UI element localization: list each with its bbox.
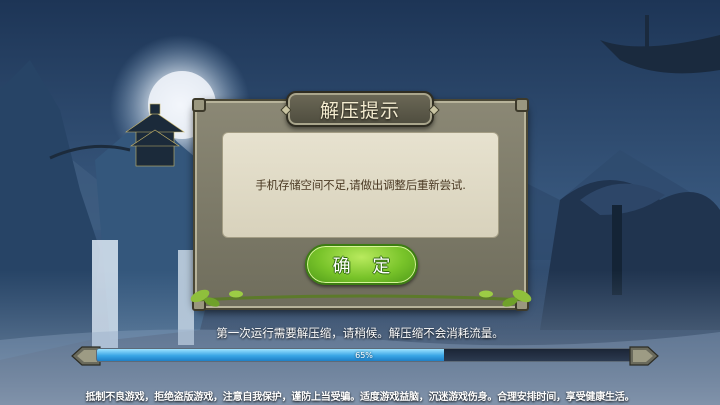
progress-cap-right-icon	[629, 346, 659, 366]
corner-ornament-icon	[515, 98, 529, 112]
leaf-vine-icon	[190, 289, 532, 307]
dialog-title-plate: 解压提示	[280, 91, 440, 127]
corner-ornament-icon	[192, 98, 206, 112]
message-panel: 手机存储空间不足,请做出调整后重新尝试.	[222, 132, 499, 238]
dialog-message: 手机存储空间不足,请做出调整后重新尝试.	[255, 178, 466, 192]
health-gaming-notice: 抵制不良游戏，拒绝盗版游戏，注意自我保护，谨防上当受骗。适度游戏益脑，沉迷游戏伤…	[85, 392, 635, 403]
progress-percent-label: 65%	[355, 350, 373, 360]
confirm-button[interactable]: 确 定	[305, 244, 418, 285]
progress-bar: 65%	[70, 344, 660, 368]
game-screen: 解压提示 手机存储空间不足,请做出调整后重新尝试. 确 定 第一次运行需要解压缩…	[0, 0, 720, 405]
confirm-button-label: 确 定	[332, 255, 399, 277]
loading-status-text: 第一次运行需要解压缩，请稍候。解压缩不会消耗流量。	[216, 326, 504, 340]
dialog-title: 解压提示	[319, 99, 400, 122]
progress-track: 65%	[96, 348, 632, 362]
